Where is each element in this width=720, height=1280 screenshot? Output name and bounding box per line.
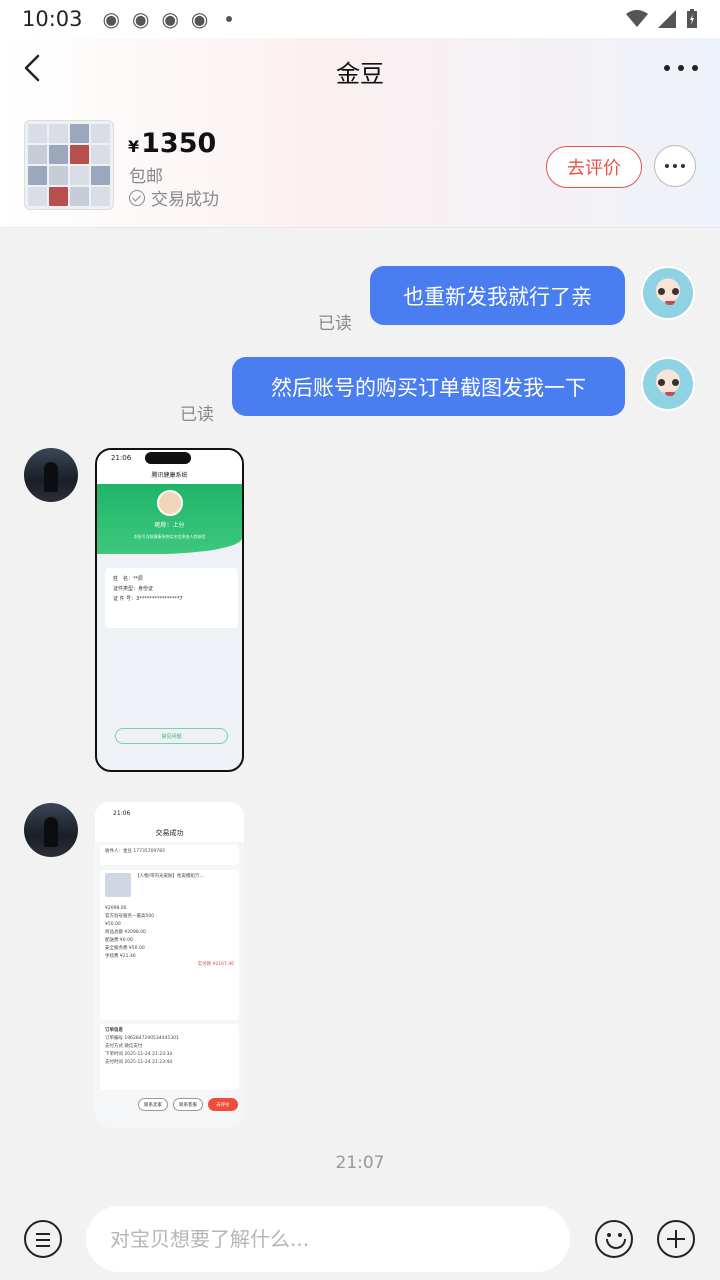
screenshot-status-bar: 21:06 腾讯健康系统 [97,450,242,484]
trade-status: 交易成功 [129,185,219,210]
app-notification-icon: ◉ [102,7,120,31]
screenshot-order-row: 下单时间 2025-11-24 21:23:34 [105,1052,173,1057]
app-notification-icon: ◉ [190,7,209,31]
screenshot-item-thumbnail [105,873,131,897]
screenshot-order-summary: 【人物/带内光皮肤】枪皮模组万… ¥2098.00 官方验号服务—最高500 ¥… [100,870,239,1020]
product-thumbnail[interactable] [24,120,114,210]
conversation-header: 金豆 ¥ 1350 包邮 交易成功 去评价 [0,38,720,228]
screenshot-subtitle: 本账号当前健康系统实名信息由人脸核验 [133,534,206,539]
my-avatar[interactable] [641,357,695,411]
screenshot-info-card: 姓 名：**辰 证件类型：身份证 证 件 号：3****************… [105,568,238,628]
app-notification-icon: ◉ [161,7,179,31]
read-receipt: 已读 [318,314,352,334]
read-receipt: 已读 [180,405,214,425]
product-price: ¥ 1350 [128,128,216,159]
screenshot-order-info: 订单信息 订单编号 1962847290534445301 支付方式 微信支付 … [100,1024,239,1090]
status-bar: 10:03 ◉ ◉ ◉ ◉ [0,0,720,38]
dynamic-island [145,452,191,464]
screenshot-info-row: 证 件 号：3****************7 [113,596,183,602]
battery-icon [687,9,697,28]
screenshot-paid-total: 实付款 ¥2167.46 [197,962,234,967]
screenshot-fee-row: 安全服务费 ¥50.00 [105,946,145,951]
screenshot-order-row: 支付方式 微信支付 [105,1044,143,1049]
screenshot-fee-row: 商品总额 ¥2098.00 [105,930,146,935]
check-circle-icon [129,189,145,206]
seller-avatar[interactable] [24,448,78,502]
screenshot-item-price: ¥2098.00 [105,906,127,911]
page-title: 金豆 [336,60,384,88]
message-input[interactable] [86,1206,570,1272]
screenshot-contact-seller: 联系卖家 [138,1098,168,1111]
system-status-icons [626,9,698,29]
product-more-button[interactable] [654,145,696,187]
screenshot-order-row: 订单编号 1962847290534445301 [105,1036,179,1041]
seller-avatar[interactable] [24,803,78,857]
more-notifications-dot [226,16,233,22]
screenshot-order-row: 支付时间 2025-11-24 21:23:44 [105,1060,173,1065]
screenshot-order-info-title: 订单信息 [105,1028,123,1033]
screenshot-time: 21:06 [111,454,132,462]
screenshot-order-title: 交易成功 [155,829,184,837]
image-message-order-detail[interactable]: 21:06 交易成功 收件人：金豆 17735709783 【人物/带内光皮肤】… [95,802,244,1128]
wifi-icon [626,10,648,27]
currency-symbol: ¥ [128,137,140,156]
image-message-health-system[interactable]: 21:06 腾讯健康系统 昵称：上分 本账号当前健康系统实名信息由人脸核验 姓 … [95,448,244,772]
screenshot-fee-row: 手续费 ¥21.46 [105,954,136,959]
price-value: 1350 [141,128,217,159]
screenshot-profile-avatar [157,490,183,516]
message-input-bar [0,1190,720,1280]
screenshot-info-row: 证件类型：身份证 [113,586,154,592]
screenshot-info-row: 姓 名：**辰 [113,576,144,582]
notification-icons: ◉ ◉ ◉ ◉ [103,7,233,31]
menu-icon[interactable] [24,1220,62,1258]
screenshot-fee-row: 配送费 ¥0.00 [105,938,133,943]
status-time: 10:03 [22,7,83,31]
plus-icon[interactable] [657,1220,695,1258]
emoji-icon[interactable] [595,1220,633,1258]
rate-button[interactable]: 去评价 [546,146,642,188]
trade-status-text: 交易成功 [151,190,219,210]
screenshot-item-title: 【人物/带内光皮肤】枪皮模组万… [135,874,205,879]
message-bubble-sent[interactable]: 然后账号的购买订单截图发我一下 [232,357,625,416]
message-timestamp: 21:07 [335,1153,385,1173]
my-avatar[interactable] [641,266,695,320]
screenshot-contact-service: 联系客服 [173,1098,203,1111]
screenshot-order-header: 21:06 交易成功 [95,802,244,842]
screenshot-profile-banner: 昵称：上分 本账号当前健康系统实名信息由人脸核验 [97,484,242,554]
message-list[interactable]: 也重新发我就行了亲 已读 然后账号的购买订单截图发我一下 已读 21:06 腾讯… [0,229,720,1189]
signal-icon [658,10,676,28]
screenshot-receiver: 收件人：金豆 17735709783 [100,845,239,865]
shipping-label: 包邮 [129,167,163,187]
screenshot-service-price: ¥50.00 [105,922,121,927]
screenshot-app-title: 腾讯健康系统 [151,472,188,479]
app-notification-icon: ◉ [131,7,150,31]
screenshot-rate-button: 去评价 [208,1098,238,1111]
more-options-button[interactable] [664,52,698,84]
message-bubble-sent[interactable]: 也重新发我就行了亲 [370,266,625,325]
screenshot-nickname: 昵称：上分 [154,522,185,529]
screenshot-service: 官方验号服务—最高500 [105,914,155,919]
screenshot-time: 21:06 [113,810,131,817]
screenshot-faq-button: 常见问题 [115,728,228,744]
